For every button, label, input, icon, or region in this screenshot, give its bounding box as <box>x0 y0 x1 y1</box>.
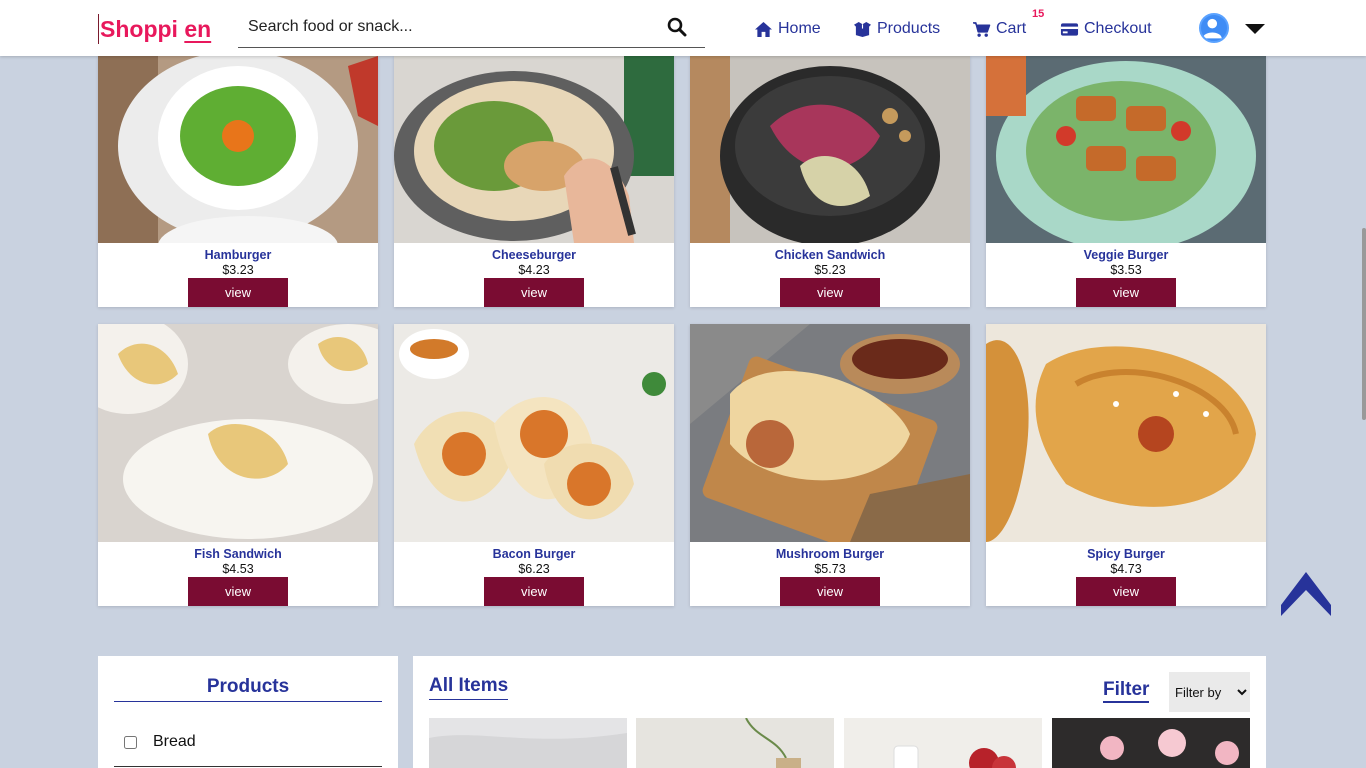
product-price: $5.73 <box>814 562 846 576</box>
product-price: $4.53 <box>222 562 254 576</box>
nav-cart[interactable]: Cart <box>972 18 1026 40</box>
category-checkbox[interactable] <box>124 735 137 749</box>
all-items-title: All Items <box>429 675 509 700</box>
brand-text-suffix: en <box>184 16 212 42</box>
product-image <box>394 324 674 542</box>
filter-select[interactable]: Filter by <box>1169 672 1250 712</box>
product-categories-panel: Products Bread <box>98 656 398 768</box>
chevron-down-icon[interactable] <box>1245 24 1265 34</box>
product-name: Cheeseburger <box>491 248 577 262</box>
credit-card-icon <box>1060 22 1079 36</box>
product-name: Spicy Burger <box>1087 547 1165 561</box>
view-button[interactable]: view <box>484 278 584 307</box>
product-name: Mushroom Burger <box>775 547 885 561</box>
view-button[interactable]: view <box>188 577 288 606</box>
brand-text: Shoppi <box>100 16 185 42</box>
product-card: Fish Sandwich $4.53 view <box>98 324 378 606</box>
product-name: Bacon Burger <box>492 547 576 561</box>
item-thumbnail[interactable] <box>429 718 627 768</box>
product-image <box>690 324 970 542</box>
filter-label: Filter <box>1103 679 1150 703</box>
view-button[interactable]: view <box>780 577 880 606</box>
cart-icon <box>973 21 991 37</box>
search-icon[interactable] <box>667 17 687 37</box>
product-card: Hamburger $3.23 view <box>98 56 378 307</box>
item-thumbnail[interactable] <box>844 718 1042 768</box>
product-image <box>690 56 970 243</box>
product-name: Veggie Burger <box>1083 248 1169 262</box>
product-image <box>986 56 1266 243</box>
page-scrollbar[interactable] <box>1362 228 1366 420</box>
item-thumbnail[interactable] <box>1052 718 1250 768</box>
categories-title: Products <box>114 676 382 702</box>
product-name: Fish Sandwich <box>194 547 282 561</box>
product-card: Cheeseburger $4.23 view <box>394 56 674 307</box>
product-card: Mushroom Burger $5.73 view <box>690 324 970 606</box>
search-input[interactable] <box>238 8 638 46</box>
cart-count-badge: 15 <box>1032 8 1045 20</box>
nav-products[interactable]: Products <box>853 18 940 40</box>
nav-products-label: Products <box>877 20 941 37</box>
product-price: $6.23 <box>518 562 550 576</box>
view-button[interactable]: view <box>1076 278 1176 307</box>
product-price: $3.23 <box>222 263 254 277</box>
search-bar <box>238 8 705 48</box>
view-button[interactable]: view <box>1076 577 1176 606</box>
all-items-panel: All Items Filter Filter by <box>413 656 1266 768</box>
category-label: Bread <box>153 733 196 750</box>
home-icon <box>755 21 772 37</box>
product-image <box>98 56 378 243</box>
product-price: $4.23 <box>518 263 550 277</box>
divider <box>114 766 382 767</box>
nav-home-label: Home <box>778 20 821 37</box>
user-avatar[interactable] <box>1199 13 1229 43</box>
product-image <box>98 324 378 542</box>
nav-checkout[interactable]: Checkout <box>1060 18 1152 40</box>
category-item-bread[interactable]: Bread <box>124 733 196 751</box>
product-card: Spicy Burger $4.73 view <box>986 324 1266 606</box>
view-button[interactable]: view <box>484 577 584 606</box>
product-price: $4.73 <box>1110 562 1142 576</box>
product-price: $3.53 <box>1110 263 1142 277</box>
product-card: Veggie Burger $3.53 view <box>986 56 1266 307</box>
nav-cart-label: Cart <box>996 20 1027 37</box>
product-card: Bacon Burger $6.23 view <box>394 324 674 606</box>
view-button[interactable]: view <box>780 278 880 307</box>
view-button[interactable]: view <box>188 278 288 307</box>
product-name: Hamburger <box>204 248 272 262</box>
box-icon <box>854 21 871 37</box>
product-image <box>394 56 674 243</box>
navbar: Shoppi en Home Products Cart 15 Checkout <box>0 0 1366 56</box>
item-thumbnail[interactable] <box>636 718 834 768</box>
nav-checkout-label: Checkout <box>1084 20 1152 37</box>
product-name: Chicken Sandwich <box>774 248 886 262</box>
scroll-to-top-icon[interactable] <box>1281 570 1331 616</box>
product-image <box>986 324 1266 542</box>
user-icon <box>1202 18 1222 39</box>
product-price: $5.23 <box>814 263 846 277</box>
nav-home[interactable]: Home <box>754 18 821 40</box>
product-card: Chicken Sandwich $5.23 view <box>690 56 970 307</box>
brand-logo[interactable]: Shoppi en <box>98 14 211 44</box>
